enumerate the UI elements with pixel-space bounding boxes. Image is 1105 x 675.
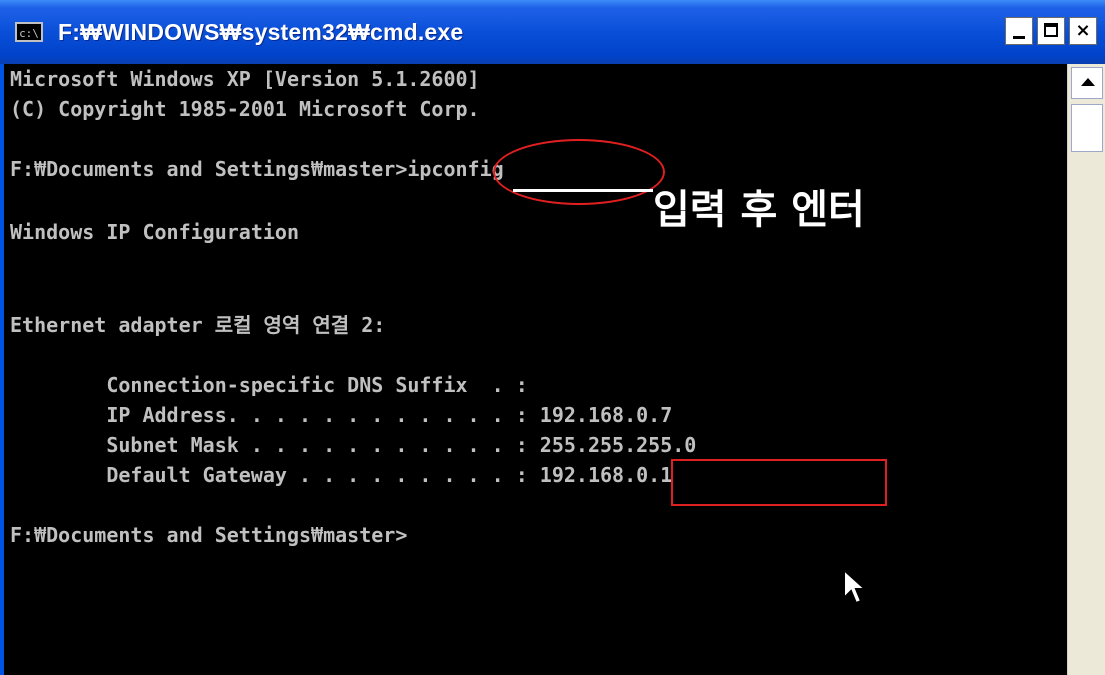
scroll-thumb[interactable] — [1071, 104, 1103, 152]
console-line-dns-suffix: Connection-specific DNS Suffix . : — [10, 373, 528, 397]
console-line-default-gateway: Default Gateway . . . . . . . . . : 192.… — [10, 463, 673, 487]
vertical-scrollbar[interactable] — [1067, 64, 1105, 675]
close-button[interactable]: × — [1069, 17, 1097, 45]
console-line-ip-address: IP Address. . . . . . . . . . . . : 192.… — [10, 403, 673, 427]
console-line: (C) Copyright 1985-2001 Microsoft Corp. — [10, 97, 480, 121]
close-icon: × — [1075, 20, 1091, 41]
maximize-button[interactable] — [1037, 17, 1065, 45]
maximize-icon — [1044, 23, 1058, 37]
gateway-highlight-box — [671, 459, 887, 506]
cmd-window: c:\ F:₩WINDOWS₩system32₩cmd.exe × Micros… — [0, 0, 1105, 675]
ipconfig-highlight-ellipse — [493, 139, 665, 205]
console-line-command: F:₩Documents and Settings₩master>ipconfi… — [10, 157, 504, 181]
annotation-pointer-line — [513, 189, 653, 192]
console-line-adapter: Ethernet adapter 로컬 영역 연결 2: — [10, 313, 386, 337]
annotation-note: 입력 후 엔터 — [653, 187, 865, 233]
minimize-icon — [1013, 36, 1025, 39]
scroll-up-arrow-icon[interactable] — [1071, 67, 1103, 99]
console-app-icon[interactable]: c:\ — [15, 22, 43, 42]
mouse-pointer-icon — [843, 568, 868, 605]
window-title: F:₩WINDOWS₩system32₩cmd.exe — [58, 19, 464, 45]
console-line-subnet-mask: Subnet Mask . . . . . . . . . . . : 255.… — [10, 433, 697, 457]
title-bar[interactable]: c:\ F:₩WINDOWS₩system32₩cmd.exe × — [0, 0, 1105, 64]
console-line: Windows IP Configuration — [10, 220, 299, 244]
minimize-button[interactable] — [1005, 17, 1033, 45]
console-line: Microsoft Windows XP [Version 5.1.2600] — [10, 67, 480, 91]
console-prompt[interactable]: F:₩Documents and Settings₩master> — [10, 520, 407, 550]
